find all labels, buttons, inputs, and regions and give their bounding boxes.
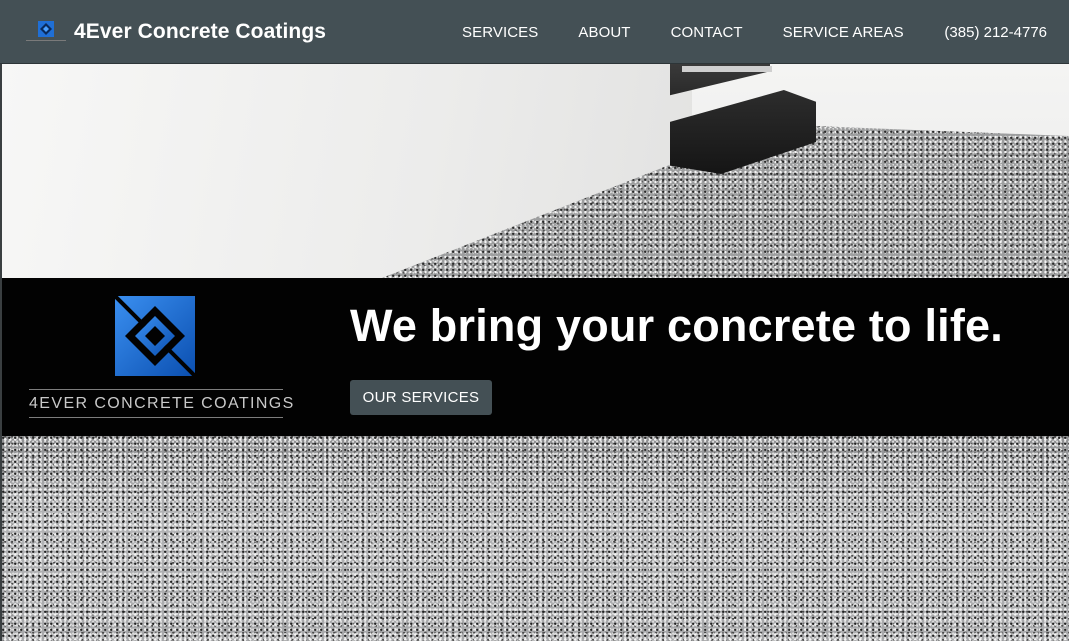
nav-link-services[interactable]: SERVICES (462, 24, 538, 41)
main-nav: SERVICES ABOUT CONTACT SERVICE AREAS (462, 0, 944, 64)
nav-link-service-areas[interactable]: SERVICE AREAS (783, 24, 904, 41)
hero-band: 4EVER CONCRETE COATINGS We bring your co… (2, 278, 1069, 436)
diamond-tile-logo-icon (115, 296, 195, 376)
nav-link-contact[interactable]: CONTACT (671, 24, 743, 41)
hero-tagline: We bring your concrete to life. (350, 300, 1003, 351)
phone-link[interactable]: (385) 212-4776 (944, 24, 1047, 41)
hero-garage-image (2, 64, 1069, 278)
logo-divider-bottom (29, 417, 283, 418)
brand[interactable]: 4Ever Concrete Coatings (26, 20, 326, 44)
our-services-button[interactable]: OUR SERVICES (350, 380, 492, 415)
step-rail (682, 66, 772, 72)
logo-wordmark: 4EVER CONCRETE COATINGS (29, 395, 295, 412)
brand-logo-icon (26, 20, 66, 44)
logo-divider-top (29, 389, 283, 390)
band-logo: 4EVER CONCRETE COATINGS (29, 296, 295, 420)
epoxy-floor-image (2, 436, 1069, 641)
nav-link-about[interactable]: ABOUT (578, 24, 630, 41)
navbar: 4Ever Concrete Coatings SERVICES ABOUT C… (0, 0, 1069, 64)
brand-title[interactable]: 4Ever Concrete Coatings (74, 20, 326, 44)
